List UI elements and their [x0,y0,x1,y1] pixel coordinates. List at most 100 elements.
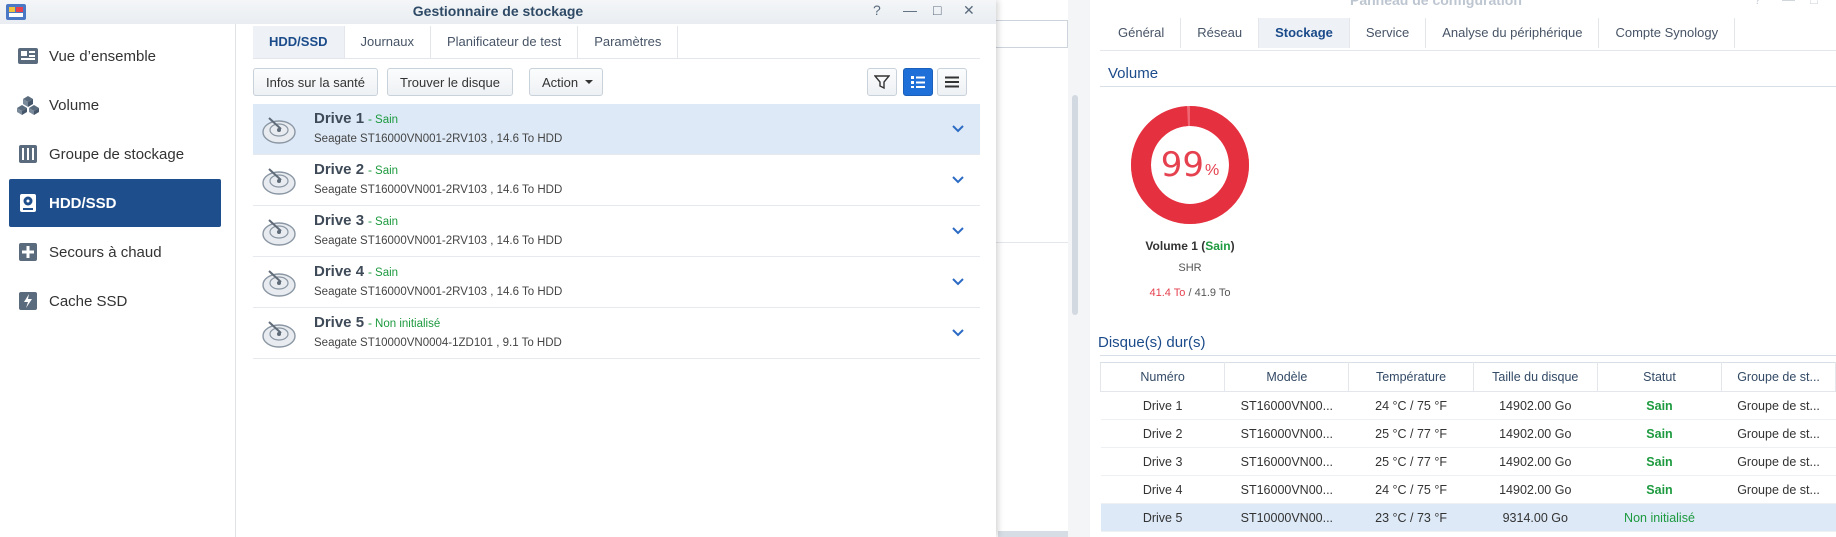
help-icon[interactable]: ? [873,2,881,18]
cp-maximize-icon[interactable]: □ [1810,0,1818,7]
chevron-down-icon[interactable] [950,172,966,188]
volume-status: Sain [1205,239,1231,253]
list-item[interactable]: Drive 5- Non initialisé Seagate ST10000VN… [253,308,980,359]
drive-description: Seagate ST16000VN001-2RV103 , 14.6 To HD… [314,286,563,298]
cp-help-icon[interactable]: ? [1754,0,1761,7]
storage-manager-titlebar[interactable]: Gestionnaire de stockage ? — □ ✕ [0,0,996,24]
cp-tab-storage[interactable]: Stockage [1259,18,1350,48]
storage-pool-icon [17,143,39,165]
cell-number: Drive 5 [1100,503,1225,532]
sidebar-item-hdd-ssd[interactable]: HDD/SSD [9,179,221,227]
caret-down-icon [585,80,594,84]
detail-view-button[interactable] [903,68,933,96]
volume-total: 41.9 To [1194,287,1231,299]
sidebar-item-storage-pool[interactable]: Groupe de stockage [9,130,221,178]
chevron-down-icon[interactable] [950,274,966,290]
table-row[interactable]: Drive 1 ST16000VN00... 24 °C / 75 °F 149… [1100,391,1836,420]
cell-group: Groupe de st... [1721,419,1836,448]
cp-minimize-icon[interactable]: — [1782,0,1795,7]
drive-status: Sain [375,165,399,177]
list-item[interactable]: Drive 3- Sain Seagate ST16000VN001-2RV103… [253,206,980,257]
hot-spare-icon [17,241,39,263]
donut-label: 99 % [1130,105,1250,225]
sidebar-item-volume[interactable]: Volume [9,81,221,129]
sidebar-item-ssd-cache[interactable]: Cache SSD [9,277,221,325]
background-search-input[interactable] [992,20,1068,48]
table-row[interactable]: Drive 3 ST16000VN00... 25 °C / 77 °F 149… [1100,447,1836,476]
close-icon[interactable]: ✕ [963,2,975,19]
sidebar-item-label: Cache SSD [49,292,128,310]
list-item[interactable]: Drive 1- Sain Seagate ST16000VN001-2RV103… [253,104,980,155]
col-header-status[interactable]: Statut [1596,362,1723,392]
cp-tab-service[interactable]: Service [1350,18,1427,48]
disks-section-divider [1100,355,1836,356]
cell-model: ST16000VN00... [1224,391,1349,420]
minimize-icon[interactable]: — [903,2,917,18]
sidebar-item-hot-spare[interactable]: Secours à chaud [9,228,221,276]
cell-model: ST16000VN00... [1224,447,1349,476]
table-row[interactable]: Drive 5 ST10000VN00... 23 °C / 73 °F 931… [1100,503,1836,532]
col-header-number[interactable]: Numéro [1099,362,1226,392]
tab-logs[interactable]: Journaux [345,26,431,58]
cell-size: 14902.00 Go [1473,447,1598,476]
background-scrollbar[interactable] [998,531,1068,537]
list-item[interactable]: Drive 4- Sain Seagate ST16000VN001-2RV103… [253,257,980,308]
chevron-down-icon[interactable] [950,223,966,239]
cell-temp: 24 °C / 75 °F [1348,391,1474,420]
control-panel-titlebar: Panneau de configuration ? — □ [1090,0,1836,14]
volume-used: 41.4 To [1149,287,1186,299]
health-info-button[interactable]: Infos sur la santé [253,68,378,96]
control-panel-tabs: Général Réseau Stockage Service Analyse … [1102,18,1736,48]
cell-size: 14902.00 Go [1473,475,1598,504]
list-view-button[interactable] [937,68,967,96]
drive-status-dash: - [368,316,373,330]
action-dropdown-button[interactable]: Action [529,68,604,96]
cell-number: Drive 2 [1100,419,1225,448]
storage-manager-title: Gestionnaire de stockage [412,3,584,19]
control-panel-window: Panneau de configuration ? — □ Général R… [1090,0,1836,537]
col-header-size[interactable]: Taille du disque [1472,362,1598,392]
col-header-temperature[interactable]: Température [1348,362,1474,392]
cell-size: 9314.00 Go [1473,503,1598,532]
tabs-divider [253,58,980,59]
table-row[interactable]: Drive 4 ST16000VN00... 24 °C / 75 °F 149… [1100,475,1836,504]
filter-button[interactable] [867,68,897,96]
table-row[interactable]: Drive 2 ST16000VN00... 25 °C / 77 °F 149… [1100,419,1836,448]
cell-group [1721,503,1836,532]
cell-model: ST10000VN00... [1224,503,1349,532]
col-header-model[interactable]: Modèle [1224,362,1350,392]
maximize-icon[interactable]: □ [933,2,941,18]
cp-tab-network[interactable]: Réseau [1181,18,1260,48]
tab-settings[interactable]: Paramètres [578,26,679,58]
col-header-group[interactable]: Groupe de st... [1721,362,1836,392]
background-scrollbar-thumb[interactable] [1072,95,1078,315]
drive-list: Drive 1- Sain Seagate ST16000VN001-2RV103… [253,104,980,359]
tab-test-scheduler[interactable]: Planificateur de test [431,26,579,58]
list-item[interactable]: Drive 2- Sain Seagate ST16000VN001-2RV103… [253,155,980,206]
drive-description: Seagate ST16000VN001-2RV103 , 14.6 To HD… [314,235,563,247]
drive-name: Drive 2- Sain [314,161,398,178]
cp-tab-device-analysis[interactable]: Analyse du périphérique [1426,18,1600,48]
cp-tab-general[interactable]: Général [1102,18,1182,48]
cp-tab-synology-account[interactable]: Compte Synology [1599,18,1736,48]
chevron-down-icon[interactable] [950,325,966,341]
sidebar-item-overview[interactable]: Vue d’ensemble [9,32,221,80]
hdd-icon [17,192,39,214]
cell-status: Sain [1597,447,1722,476]
hard-drive-icon [262,117,296,144]
drive-status: Sain [375,267,399,279]
drive-status-dash: - [368,214,373,228]
filter-icon [874,75,890,90]
tab-hdd-ssd[interactable]: HDD/SSD [253,26,345,58]
cp-tabs-divider [1100,50,1836,51]
volume-section-title: Volume [1108,65,1159,82]
action-label: Action [542,74,579,90]
detail-list-icon [911,76,925,88]
hard-drive-icon [262,270,296,297]
find-disk-button[interactable]: Trouver le disque [387,68,513,96]
chevron-down-icon[interactable] [950,121,966,137]
main-tabs: HDD/SSD Journaux Planificateur de test P… [253,26,679,58]
cell-temp: 24 °C / 75 °F [1348,475,1474,504]
cell-status: Sain [1597,419,1722,448]
disk-table-header: Numéro Modèle Température Taille du disq… [1099,362,1836,392]
